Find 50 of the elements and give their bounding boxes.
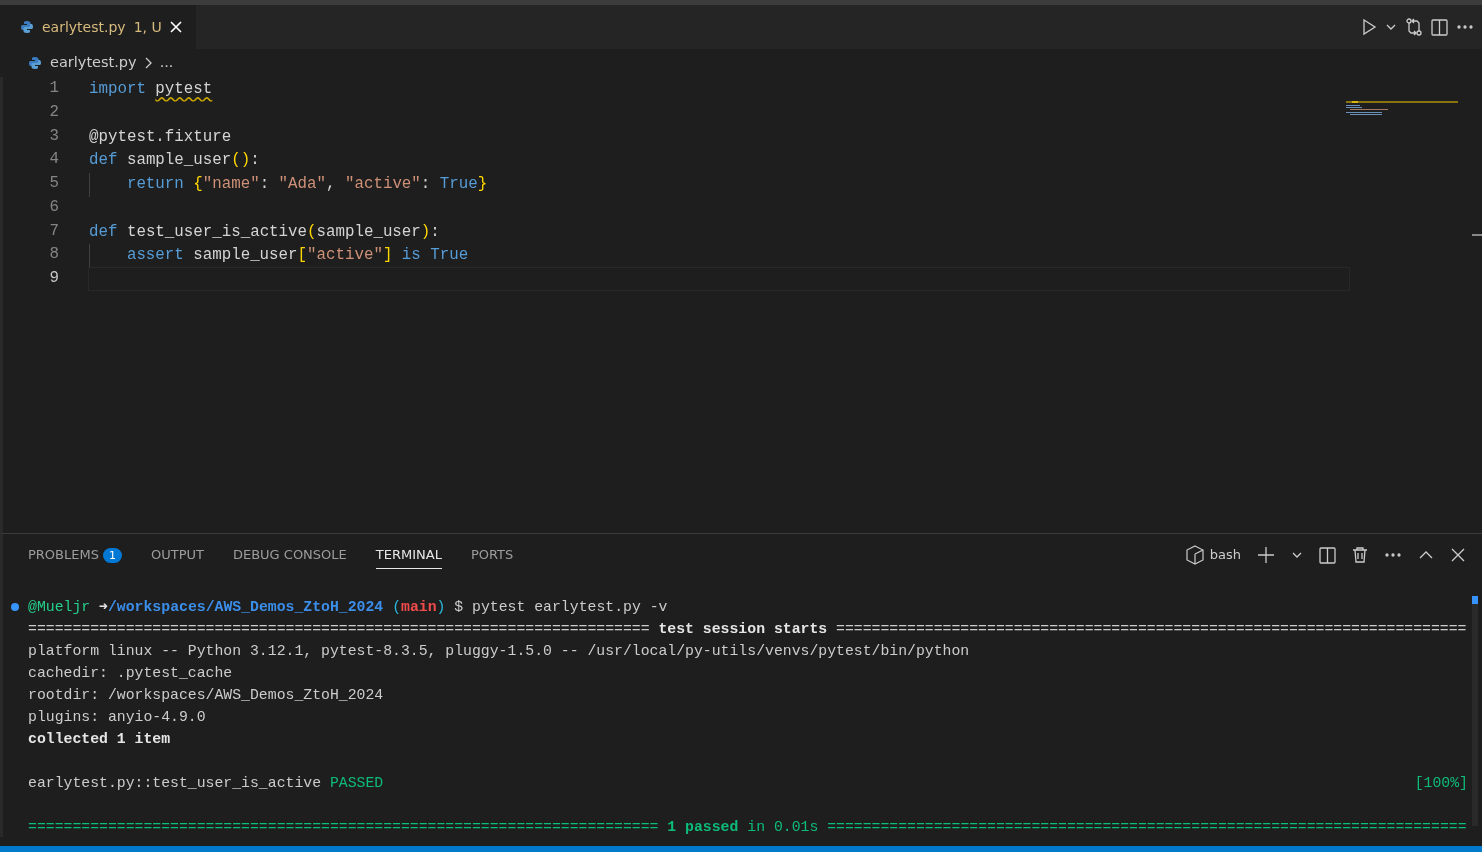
panel-tab[interactable]: PORTS — [470, 541, 514, 569]
panel-tab[interactable]: TERMINAL — [375, 541, 442, 569]
line-number: 7 — [48, 220, 59, 242]
plus-icon[interactable] — [1257, 546, 1275, 564]
terminal-line: collected 1 item — [28, 730, 171, 749]
shell-label[interactable]: bash — [1209, 545, 1241, 565]
scrollbar[interactable] — [1472, 234, 1482, 236]
caret-icon[interactable] — [1291, 550, 1303, 560]
split-editor-icon[interactable] — [1431, 18, 1448, 36]
split-terminal-icon[interactable] — [1319, 546, 1336, 564]
line-number: 2 — [48, 101, 59, 123]
panel-tab[interactable]: OUTPUT — [150, 541, 204, 569]
code-line: return {"name": "Ada", "active": True} — [126, 175, 488, 193]
terminal-line: cachedir: .pytest_cache — [28, 664, 233, 683]
code-line: assert sample_user["active"] is True — [126, 246, 469, 265]
run-icon[interactable] — [1361, 18, 1377, 36]
code-line: def test_user_is_active(sample_user): — [89, 222, 440, 241]
terminal-line: platform linux -- Python 3.12.1, pytest-8.3.5, pluggy-1.5.0 -- /usr/local/py-utils/venvs/pytest/bin/python — [28, 642, 970, 661]
line-number: 5 — [48, 173, 59, 194]
line-number: 4 — [48, 149, 59, 171]
terminal-line: ====================================================================== test session starts ======================================================================= — [28, 620, 1467, 639]
terminal-text: [100%] — [1414, 774, 1468, 793]
line-number: 1 — [48, 78, 59, 99]
compare-icon[interactable] — [1405, 18, 1423, 36]
code-line: @pytest.fixture — [89, 127, 232, 146]
line-number: 9 — [48, 268, 59, 289]
close-icon[interactable] — [1450, 547, 1466, 563]
breadcrumb-item[interactable]: ... — [159, 52, 174, 74]
panel-tab[interactable]: PROBLEMS 1 — [28, 541, 122, 569]
editor-tab[interactable]: earlytest.py 1, U — [0, 5, 196, 49]
code-line: def sample_user(): — [89, 151, 260, 170]
terminal-line: plugins: anyio-4.9.0 — [28, 708, 206, 727]
caret-icon[interactable] — [1385, 22, 1397, 32]
line-number: 6 — [48, 196, 59, 218]
line-number: 3 — [48, 125, 59, 147]
python-icon — [28, 56, 42, 70]
scrollbar[interactable] — [1472, 596, 1478, 826]
terminal-line: earlytest.py::test_user_is_active PASSED — [28, 774, 384, 793]
code-line: import pytest — [89, 80, 213, 98]
prompt-status-dot — [11, 603, 19, 611]
terminal-line: @Mueljr ➜/workspaces/AWS_Demos_ZtoH_2024 (main) $ pytest earlytest.py -v — [28, 598, 668, 617]
terminal-line: rootdir: /workspaces/AWS_Demos_ZtoH_2024 — [28, 686, 384, 705]
panel-tab[interactable]: DEBUG CONSOLE — [232, 541, 347, 569]
python-icon — [20, 20, 34, 34]
chevron-icon — [144, 57, 152, 69]
breadcrumb-item[interactable]: earlytest.py — [50, 52, 137, 74]
terminal-line: ======================================================================= 1 passed in 0.01s ======================================================================== — [28, 818, 1467, 837]
line-number: 8 — [48, 244, 59, 266]
terminal-shell-icon[interactable] — [1185, 545, 1204, 565]
trash-icon[interactable] — [1352, 546, 1368, 564]
